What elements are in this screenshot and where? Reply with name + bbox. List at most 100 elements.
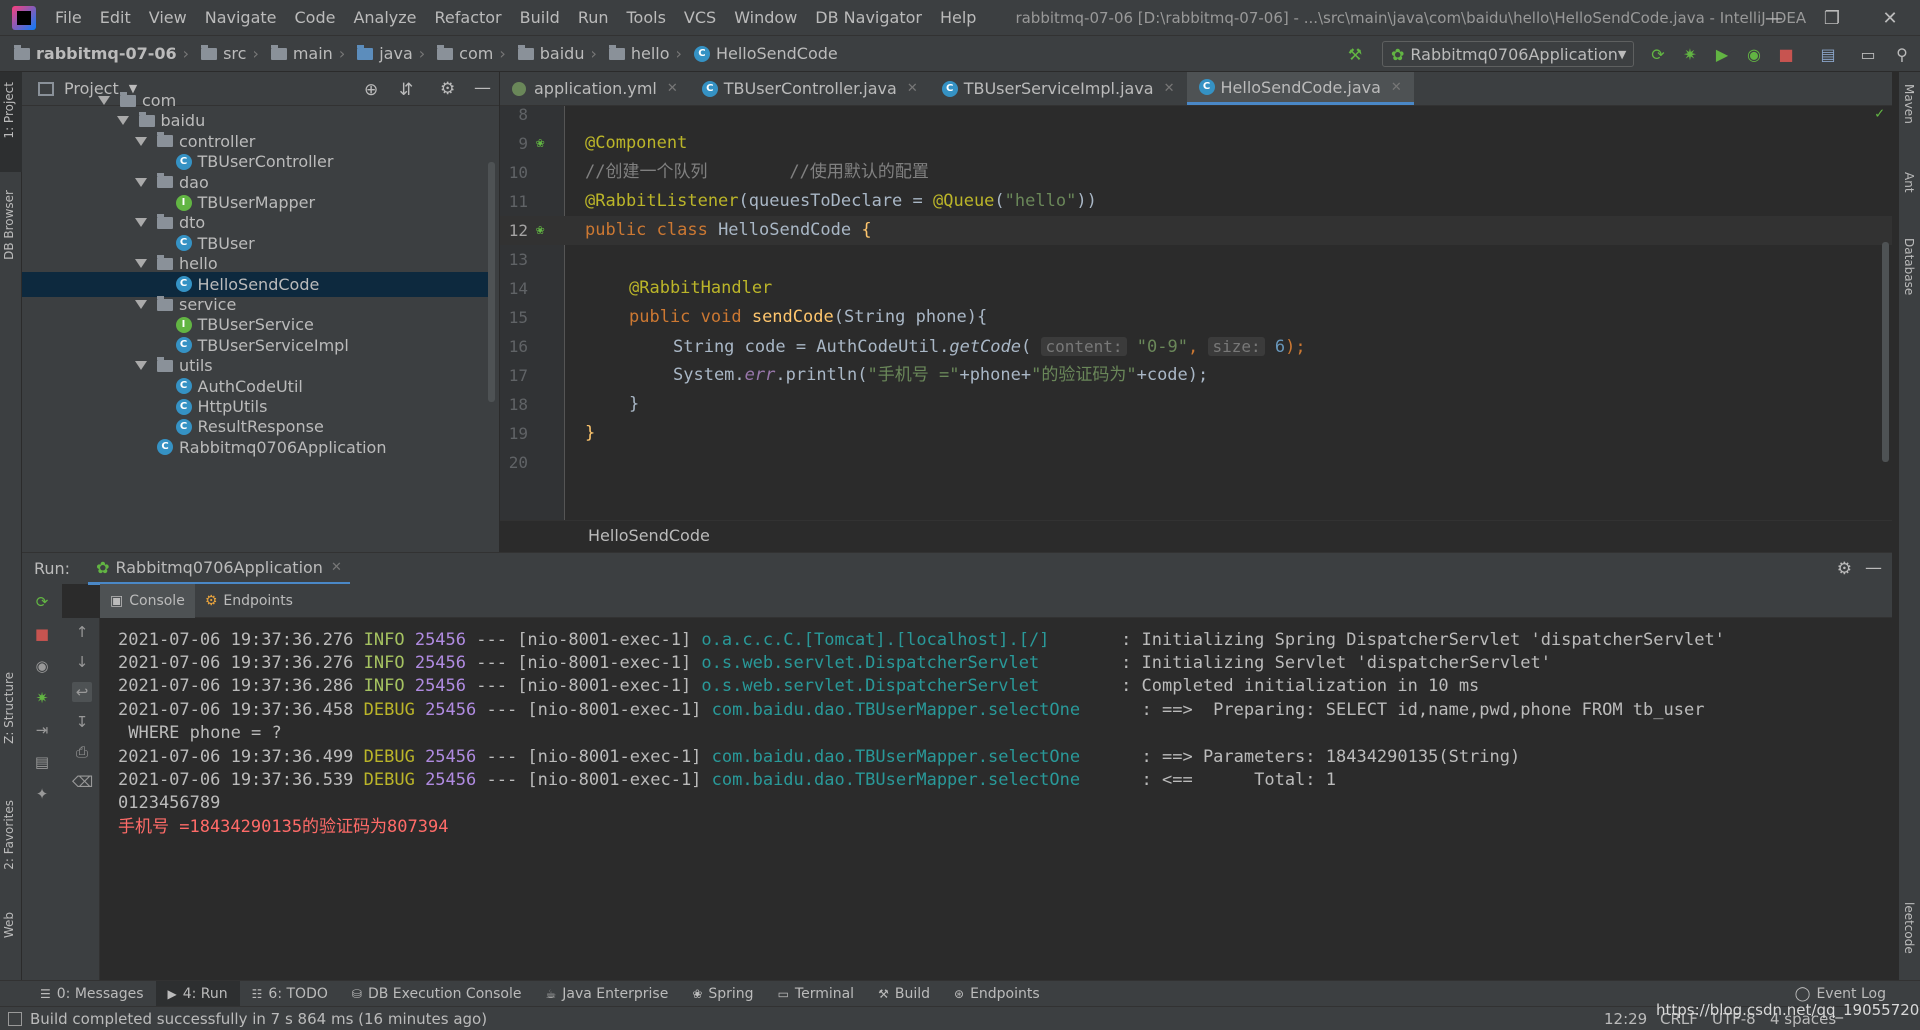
breadcrumb-item[interactable]: com › <box>431 44 512 63</box>
breadcrumb-item[interactable]: C HelloSendCode <box>688 44 844 63</box>
menu-item-tools[interactable]: Tools <box>618 0 675 36</box>
stop-icon[interactable]: ■ <box>32 624 52 644</box>
breadcrumb-item[interactable]: main › <box>265 44 351 63</box>
build-hammer-icon[interactable]: ⚒ <box>1345 44 1365 64</box>
code-line[interactable]: 15 public void sendCode(String phone){ <box>500 303 1892 332</box>
menu-item-help[interactable]: Help <box>931 0 985 36</box>
tree-item[interactable]: C Rabbitmq0706Application <box>22 435 492 460</box>
tool-tab-project[interactable]: 1: Project <box>2 82 16 139</box>
editor-breadcrumb[interactable]: HelloSendCode <box>500 520 1892 550</box>
rerun-icon[interactable]: ⟳ <box>1648 44 1668 64</box>
menu-item-code[interactable]: Code <box>286 0 345 36</box>
spring-bean-gutter-icon[interactable]: ❀ <box>536 216 544 245</box>
scroll-to-end-icon[interactable]: ↧ <box>72 712 92 732</box>
menu-item-db-navigator[interactable]: DB Navigator <box>806 0 931 36</box>
code-line[interactable]: 20 <box>500 448 1892 477</box>
gear-icon[interactable]: ⚙ <box>1837 559 1852 579</box>
breadcrumb-item[interactable]: hello › <box>603 44 688 63</box>
bottom-tool-build[interactable]: ⚒ Build <box>866 981 942 1007</box>
caret-position[interactable]: 12:29 <box>1604 1010 1647 1028</box>
expand-arrow-icon[interactable] <box>135 218 147 228</box>
event-log-button[interactable]: ◯ Event Log <box>1795 986 1886 1002</box>
breadcrumb-item[interactable]: java › <box>351 44 431 63</box>
bottom-tool-todo[interactable]: ☷ 6: TODO <box>240 981 340 1007</box>
pin-icon[interactable]: ✦ <box>32 784 52 804</box>
expand-arrow-icon[interactable] <box>135 300 147 309</box>
menu-item-edit[interactable]: Edit <box>91 0 140 36</box>
spring-bean-gutter-icon[interactable]: ❀ <box>536 129 544 158</box>
code-editor[interactable]: 8 9 ❀ @Component 10 //创建一个队列 //使用默认的配置 11 @Rabb… <box>500 106 1892 520</box>
bottom-tool-db-console[interactable]: ⛁ DB Execution Console <box>340 981 534 1007</box>
breadcrumb-item[interactable]: baidu › <box>512 44 603 63</box>
code-line[interactable]: 16 String code = AuthCodeUtil.getCode( co… <box>500 332 1892 361</box>
expand-arrow-icon[interactable] <box>135 259 147 269</box>
bottom-tool-java-enterprise[interactable]: ☕ Java Enterprise <box>534 981 681 1007</box>
code-line[interactable]: 8 <box>500 106 1892 129</box>
expand-arrow-icon[interactable] <box>116 116 129 126</box>
editor-tab[interactable]: C TBUserController.java ✕ <box>690 72 930 105</box>
tool-windows-icon[interactable] <box>8 1011 22 1026</box>
bottom-tool-terminal[interactable]: ▭ Terminal <box>766 981 867 1007</box>
breadcrumb-item[interactable]: rabbitmq-07-06 › <box>8 44 195 63</box>
expand-arrow-icon[interactable] <box>135 361 147 371</box>
layout-icon[interactable]: ▤ <box>32 752 52 772</box>
inspection-ok-icon[interactable]: ✓ <box>1875 106 1884 122</box>
bottom-tool-messages[interactable]: ☰ 0: Messages <box>28 981 156 1007</box>
close-tab-icon[interactable]: ✕ <box>667 81 678 96</box>
editor-tab[interactable]: C HelloSendCode.java ✕ <box>1186 72 1414 105</box>
tool-tab-ant[interactable]: Ant <box>1902 172 1916 193</box>
expand-arrow-icon[interactable] <box>135 177 147 187</box>
menu-item-run[interactable]: Run <box>569 0 618 36</box>
tool-tab-web[interactable]: Web <box>2 912 16 938</box>
menu-item-refactor[interactable]: Refactor <box>426 0 511 36</box>
tool-tab-maven[interactable]: Maven <box>1902 84 1916 124</box>
debug-icon[interactable]: ✷ <box>32 688 52 708</box>
tool-tab-database[interactable]: Database <box>1902 238 1916 295</box>
bottom-tool-endpoints[interactable]: ⊛ Endpoints <box>942 981 1052 1007</box>
editor-tab[interactable]: application.yml ✕ <box>500 72 690 105</box>
minimize-button[interactable]: — <box>1750 0 1798 36</box>
layout-icon[interactable]: ▭ <box>1858 44 1878 64</box>
project-structure-icon[interactable]: ▤ <box>1818 44 1838 64</box>
code-line[interactable]: 12 ❀ public class HelloSendCode { <box>500 216 1892 245</box>
profile-icon[interactable]: ◉ <box>1744 44 1764 64</box>
restore-button[interactable]: ❐ <box>1808 0 1856 36</box>
code-line[interactable]: 10 //创建一个队列 //使用默认的配置 <box>500 158 1892 187</box>
code-line[interactable]: 13 <box>500 245 1892 274</box>
bottom-tool-run[interactable]: ▶ 4: Run <box>155 980 240 1007</box>
coverage-icon[interactable]: ▶ <box>1712 44 1732 64</box>
code-line[interactable]: 11 @RabbitListener(queuesToDeclare = @Que… <box>500 187 1892 216</box>
stop-icon[interactable]: ■ <box>1776 44 1796 64</box>
project-scrollbar[interactable] <box>488 162 495 402</box>
trash-icon[interactable]: ⌫ <box>72 772 93 792</box>
print-icon[interactable]: ⎙ <box>72 742 92 762</box>
close-tab-icon[interactable]: ✕ <box>1164 81 1175 96</box>
close-tab-icon[interactable]: ✕ <box>1391 80 1402 95</box>
bottom-tool-spring[interactable]: ❀ Spring <box>680 981 765 1007</box>
run-subtab-console[interactable]: ▣ Console <box>100 583 195 618</box>
run-subtab-endpoints[interactable]: ⚙ Endpoints <box>195 584 303 618</box>
console-output[interactable]: 2021-07-06 19:37:36.276 INFO 25456 --- [… <box>100 618 1892 980</box>
menu-item-window[interactable]: Window <box>725 0 806 36</box>
tool-tab-structure[interactable]: Z: Structure <box>2 672 16 744</box>
code-line[interactable]: 14 @RabbitHandler <box>500 274 1892 303</box>
expand-arrow-icon[interactable] <box>98 96 110 105</box>
hide-panel-icon[interactable]: — <box>1865 558 1882 578</box>
exit-icon[interactable]: ⇥ <box>32 720 52 740</box>
scroll-down-icon[interactable]: ↓ <box>72 652 92 672</box>
menu-item-build[interactable]: Build <box>511 0 569 36</box>
camera-icon[interactable]: ◉ <box>32 656 52 676</box>
run-config-tab[interactable]: ✿ Rabbitmq0706Application ✕ <box>88 553 350 585</box>
editor-scrollbar[interactable] <box>1882 242 1889 462</box>
menu-item-navigate[interactable]: Navigate <box>196 0 286 36</box>
code-line[interactable]: 18} <box>500 390 1892 419</box>
menu-item-analyze[interactable]: Analyze <box>344 0 425 36</box>
search-icon[interactable]: ⚲ <box>1892 44 1912 64</box>
close-window-button[interactable]: ✕ <box>1866 0 1914 36</box>
scroll-up-icon[interactable]: ↑ <box>72 622 92 642</box>
debug-icon[interactable]: ✷ <box>1680 44 1700 64</box>
expand-arrow-icon[interactable] <box>135 136 147 146</box>
rerun-icon[interactable]: ⟳ <box>32 592 52 612</box>
tool-tab-leetcode[interactable]: leetcode <box>1902 902 1916 954</box>
code-line[interactable]: 9 ❀ @Component <box>500 129 1892 158</box>
